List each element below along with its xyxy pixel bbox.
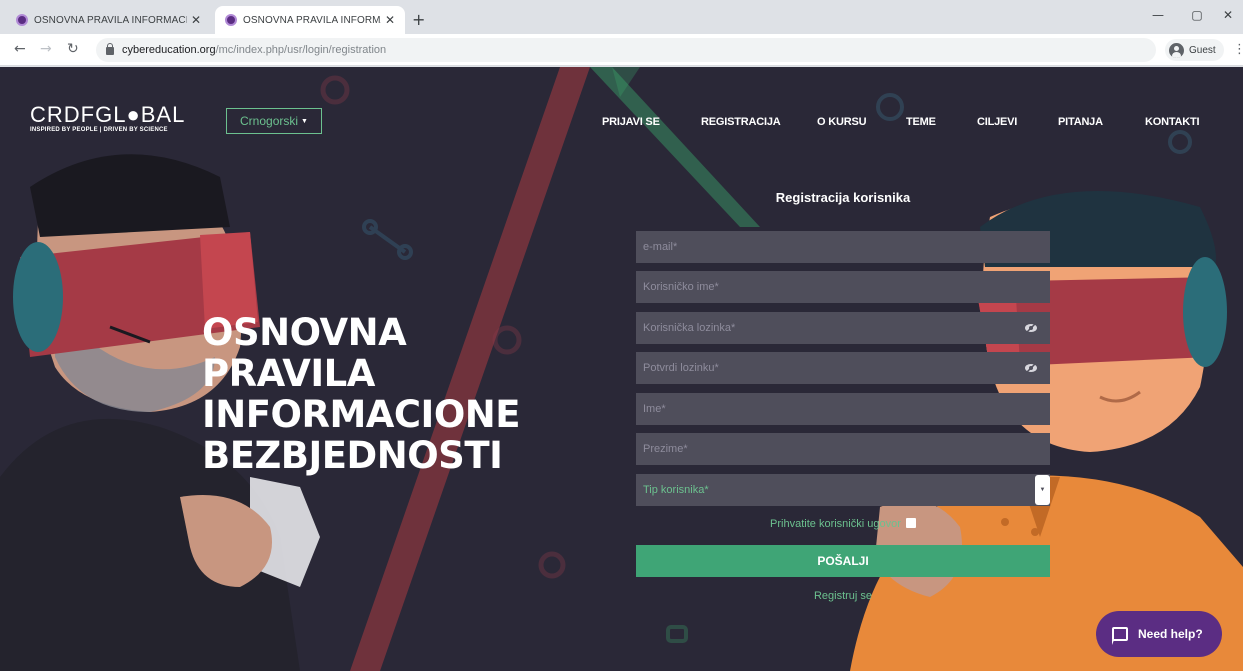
- user-type-select[interactable]: Tip korisnika* ▼: [636, 474, 1050, 506]
- register-link[interactable]: Registruj se: [636, 590, 1050, 602]
- brand-logo[interactable]: CRDFGL●BAL INSPIRED BY PEOPLE | DRIVEN B…: [30, 102, 186, 134]
- browser-tab-1[interactable]: OSNOVNA PRAVILA INFORMACI ✕: [6, 6, 211, 34]
- close-tab-icon[interactable]: ✕: [191, 13, 201, 27]
- username-field[interactable]: [636, 271, 1050, 303]
- nav-login[interactable]: PRIJAVI SE: [602, 116, 660, 128]
- hero-line: INFORMACIONE: [202, 393, 521, 436]
- hero-line: OSNOVNA: [202, 311, 407, 354]
- address-bar[interactable]: cybereducation.org/mc/index.php/usr/logi…: [96, 38, 1156, 62]
- background-illustration: [0, 67, 1243, 671]
- chat-bubble-icon: [1112, 627, 1128, 645]
- browser-tab-2[interactable]: OSNOVNA PRAVILA INFORMACI ✕: [215, 6, 405, 34]
- lock-icon: [106, 43, 114, 55]
- tab-title: OSNOVNA PRAVILA INFORMACI: [34, 14, 187, 26]
- submit-button[interactable]: POŠALJI: [636, 545, 1050, 577]
- nav-topics[interactable]: TEME: [906, 116, 936, 128]
- username-input[interactable]: [643, 271, 1050, 303]
- back-icon[interactable]: ←: [14, 41, 26, 57]
- password-field[interactable]: [636, 312, 1050, 344]
- first-name-input[interactable]: [643, 393, 1050, 425]
- eye-slash-icon[interactable]: [1024, 321, 1038, 335]
- logo-wordmark: CRDFGL●BAL: [30, 102, 186, 127]
- need-help-button[interactable]: Need help?: [1096, 611, 1222, 657]
- form-title: Registracija korisnika: [775, 190, 911, 205]
- close-window-icon[interactable]: ✕: [1213, 8, 1243, 22]
- hero-line: PRAVILA: [202, 352, 375, 395]
- nav-registration[interactable]: REGISTRACIJA: [701, 116, 781, 128]
- chevron-down-icon[interactable]: ▼: [1035, 475, 1050, 505]
- tab-title: OSNOVNA PRAVILA INFORMACI: [243, 14, 381, 26]
- forward-icon[interactable]: →: [40, 41, 52, 57]
- url-host: cybereducation.org: [122, 44, 216, 56]
- browser-toolbar: ← → ↻ cybereducation.org/mc/index.php/us…: [0, 34, 1243, 66]
- url-path: /mc/index.php/usr/login/registration: [215, 44, 387, 56]
- nav-questions[interactable]: PITANJA: [1058, 116, 1103, 128]
- language-dropdown[interactable]: Crnogorski ▼: [226, 108, 322, 134]
- nav-about-course[interactable]: O KURSU: [817, 116, 867, 128]
- last-name-field[interactable]: [636, 433, 1050, 465]
- language-label: Crnogorski: [240, 114, 299, 128]
- page-content: CRDFGL●BAL INSPIRED BY PEOPLE | DRIVEN B…: [0, 67, 1243, 671]
- minimize-icon[interactable]: —: [1143, 8, 1173, 22]
- password-input[interactable]: [643, 312, 1050, 344]
- profile-button[interactable]: Guest: [1165, 39, 1224, 61]
- close-tab-icon[interactable]: ✕: [385, 13, 395, 27]
- user-type-value: Tip korisnika*: [643, 484, 709, 496]
- eye-slash-icon[interactable]: [1024, 361, 1038, 375]
- email-input[interactable]: [643, 231, 1050, 263]
- nav-contacts[interactable]: KONTAKTI: [1145, 116, 1200, 128]
- nav-goals[interactable]: CILJEVI: [977, 116, 1017, 128]
- profile-label: Guest: [1189, 44, 1216, 56]
- first-name-field[interactable]: [636, 393, 1050, 425]
- logo-tagline: INSPIRED BY PEOPLE | DRIVEN BY SCIENCE: [30, 127, 168, 133]
- terms-checkbox[interactable]: [905, 518, 916, 528]
- need-help-label: Need help?: [1138, 627, 1203, 641]
- last-name-input[interactable]: [643, 433, 1050, 465]
- terms-row: Prihvatite korisnički ugovor: [636, 518, 1050, 530]
- favicon-icon: [16, 14, 28, 26]
- new-tab-icon[interactable]: +: [412, 10, 425, 29]
- browser-tab-strip: OSNOVNA PRAVILA INFORMACI ✕ OSNOVNA PRAV…: [0, 0, 1243, 34]
- reload-icon[interactable]: ↻: [67, 41, 79, 57]
- avatar-icon: [1169, 42, 1184, 58]
- favicon-icon: [225, 14, 237, 26]
- hero-title: OSNOVNA PRAVILA INFORMACIONE BEZBJEDNOST…: [202, 311, 521, 477]
- terms-label: Prihvatite korisnički ugovor: [770, 518, 901, 530]
- email-field[interactable]: [636, 231, 1050, 263]
- hero-line: BEZBJEDNOSTI: [202, 434, 503, 477]
- chevron-down-icon: ▼: [301, 117, 308, 125]
- confirm-password-input[interactable]: [643, 352, 1050, 384]
- restore-icon[interactable]: ▢: [1182, 8, 1212, 22]
- menu-kebab-icon[interactable]: ⋮: [1233, 42, 1243, 57]
- confirm-password-field[interactable]: [636, 352, 1050, 384]
